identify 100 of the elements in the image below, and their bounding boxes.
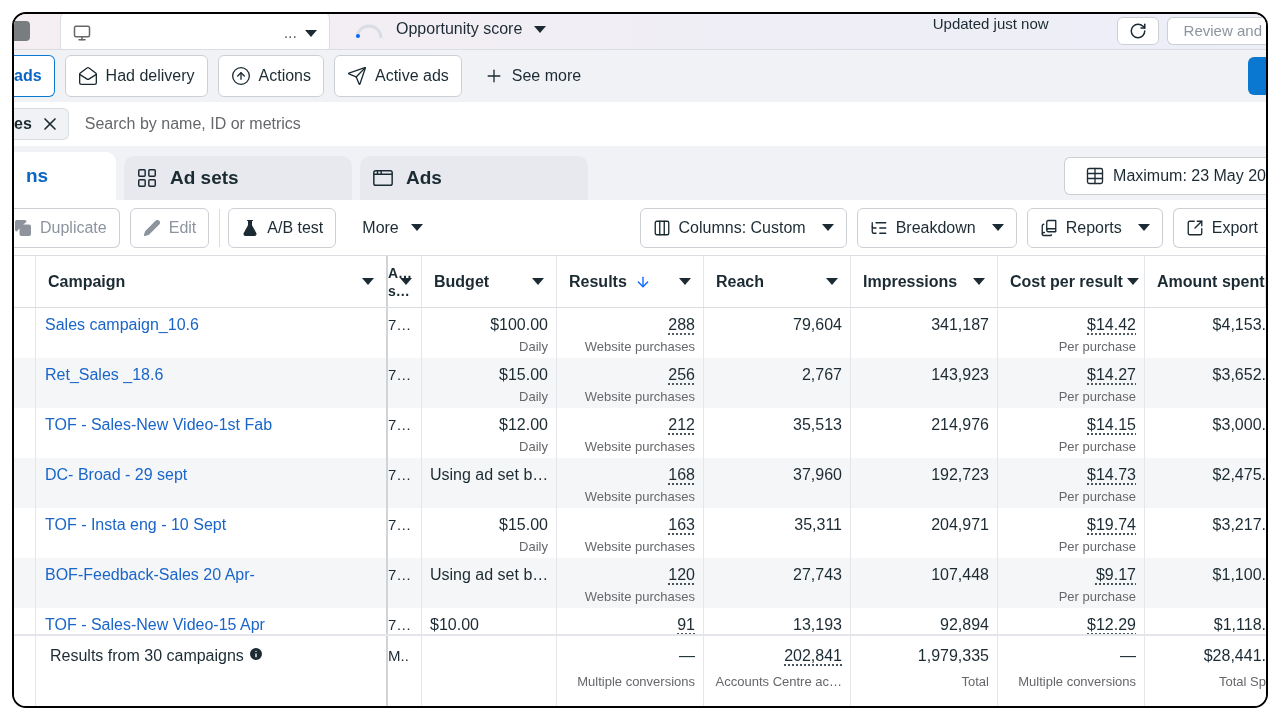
dropdown-button[interactable]: Breakdown bbox=[856, 207, 1017, 248]
result-type: Website purchases bbox=[584, 438, 695, 456]
amount-spent-value: $4,153. bbox=[1212, 315, 1266, 335]
table-row[interactable]: BOF-Feedback-Sales 20 Apr- 7… Using ad set b… 120 Website purchases 27,743 107,448 $9.17 Per purchase $1,100. bbox=[14, 558, 1266, 608]
table-cell: 7… bbox=[388, 466, 412, 483]
reach-total: 202,841 bbox=[784, 646, 842, 666]
amount-spent-value: $1,100. bbox=[1212, 565, 1266, 585]
cost-unit: Per purchase bbox=[1058, 488, 1136, 506]
result-type: Website purchases bbox=[584, 488, 695, 506]
calendar-icon bbox=[1085, 166, 1106, 186]
filter-tag[interactable]: es bbox=[14, 108, 69, 140]
result-type: Website purchases bbox=[584, 388, 695, 406]
cost-value: $14.73 bbox=[1087, 465, 1136, 485]
impressions-value: 92,894 bbox=[940, 615, 989, 634]
column-header[interactable]: Reach bbox=[704, 256, 851, 307]
budget-value: Using ad set b… bbox=[430, 565, 549, 585]
table-cell: 7… bbox=[388, 616, 412, 633]
account-selector[interactable]: ... bbox=[60, 14, 330, 49]
cost-unit: Per purchase bbox=[1058, 588, 1136, 606]
table-cell: 7… bbox=[388, 316, 412, 333]
reach-value: 35,311 bbox=[794, 515, 842, 535]
column-header[interactable]: Amount spent bbox=[1145, 256, 1266, 307]
columns-icon bbox=[652, 218, 671, 237]
refresh-button[interactable] bbox=[1116, 17, 1159, 45]
tab[interactable]: Ads bbox=[360, 156, 588, 200]
budget-value: $15.00 bbox=[499, 365, 548, 385]
caret-icon bbox=[410, 224, 423, 231]
result-type: Website purchases bbox=[584, 588, 695, 606]
budget-value: $12.00 bbox=[499, 415, 548, 435]
result-count: 256 bbox=[668, 365, 695, 385]
budget-value: $15.00 bbox=[499, 515, 548, 535]
cost-unit: Per purchase bbox=[1058, 338, 1136, 356]
amount-spent-value: $2,475. bbox=[1212, 465, 1266, 485]
export-icon bbox=[1185, 218, 1204, 237]
search-field[interactable]: es Search by name, ID or metrics bbox=[14, 102, 1266, 146]
campaign-link[interactable]: BOF-Feedback-Sales 20 Apr- bbox=[45, 566, 255, 583]
more-button[interactable]: More bbox=[346, 207, 439, 248]
impressions-value: 204,971 bbox=[931, 515, 989, 535]
results-summary: Results from 30 campaigns bbox=[50, 646, 244, 666]
column-header[interactable]: Budget bbox=[422, 256, 557, 307]
window-icon bbox=[372, 167, 394, 189]
reach-value: 37,960 bbox=[793, 465, 842, 485]
filter-chip[interactable]: Active ads bbox=[334, 55, 462, 97]
result-count: 168 bbox=[668, 465, 695, 485]
amount-spent-total: $28,441. bbox=[1203, 646, 1266, 666]
opportunity-score-label[interactable]: Opportunity score bbox=[396, 17, 523, 41]
primary-button[interactable] bbox=[1248, 57, 1266, 95]
copy-icon bbox=[14, 218, 32, 237]
toolbar-button[interactable]: A/B test bbox=[228, 207, 337, 248]
toolbar-button[interactable]: Export bbox=[1172, 207, 1266, 248]
pencil-icon bbox=[142, 218, 161, 237]
table-cell: 7… bbox=[388, 366, 412, 383]
campaign-link[interactable]: DC- Broad - 29 sept bbox=[45, 466, 188, 483]
caret-icon bbox=[991, 224, 1004, 231]
caret-icon bbox=[400, 278, 413, 285]
column-header[interactable]: Cost per result bbox=[998, 256, 1145, 307]
result-count: 91 bbox=[677, 615, 695, 634]
budget-value: $100.00 bbox=[490, 315, 548, 335]
impressions-note: Total bbox=[961, 673, 989, 691]
table-cell: M.. bbox=[388, 647, 409, 664]
caret-icon bbox=[1137, 224, 1150, 231]
reach-value: 79,604 bbox=[793, 315, 842, 335]
budget-period: Daily bbox=[519, 338, 548, 356]
send-icon bbox=[347, 66, 367, 86]
tab[interactable]: Ad sets bbox=[124, 156, 352, 200]
cost-unit: Per purchase bbox=[1058, 538, 1136, 556]
amount-spent-value: $3,217. bbox=[1212, 515, 1266, 535]
table-cell: 7… bbox=[388, 566, 412, 583]
campaign-link[interactable]: TOF - Sales-New Video-1st Fab bbox=[45, 416, 273, 433]
column-header[interactable]: Impressions bbox=[851, 256, 998, 307]
dropdown-button[interactable]: Columns: Custom bbox=[639, 207, 847, 248]
column-header[interactable]: A… s… bbox=[388, 256, 422, 307]
table-row[interactable]: Ret_Sales _18.6 7… $15.00 Daily 256 Website purchases 2,767 143,923 $14.27 Per purchase $3,652. bbox=[14, 358, 1266, 408]
dropdown-button[interactable]: Reports bbox=[1026, 207, 1163, 248]
campaign-link[interactable]: Ret_Sales _18.6 bbox=[45, 366, 164, 383]
filter-chip[interactable]: Had delivery bbox=[64, 55, 208, 97]
column-header[interactable]: Results bbox=[557, 256, 704, 307]
filter-chip[interactable]: See more bbox=[471, 55, 594, 97]
campaign-link[interactable]: TOF - Insta eng - 10 Sept bbox=[45, 516, 227, 533]
reach-value: 2,767 bbox=[801, 365, 842, 385]
amount-spent-value: $3,000. bbox=[1212, 415, 1266, 435]
filter-chip[interactable]: Actions bbox=[217, 55, 324, 97]
caret-icon bbox=[362, 278, 374, 285]
date-range-button[interactable]: Maximum: 23 May 20 bbox=[1064, 157, 1266, 195]
campaign-link[interactable]: Sales campaign_10.6 bbox=[45, 316, 199, 333]
filter-chip[interactable]: ads bbox=[14, 55, 55, 97]
envelope-icon bbox=[77, 66, 98, 86]
cost-value: $12.29 bbox=[1087, 615, 1136, 634]
budget-period: Daily bbox=[519, 538, 548, 556]
campaign-link[interactable]: TOF - Sales-New Video-15 Apr bbox=[45, 616, 265, 633]
flask-icon bbox=[241, 218, 260, 237]
table-row[interactable]: DC- Broad - 29 sept 7… Using ad set b… 168 Website purchases 37,960 192,723 $14.73 Per purchase $2,475. bbox=[14, 458, 1266, 508]
refresh-icon bbox=[1128, 22, 1147, 40]
caret-icon bbox=[679, 278, 691, 285]
result-count: 163 bbox=[668, 515, 695, 535]
tab[interactable]: ns bbox=[14, 152, 116, 200]
result-count: 120 bbox=[668, 565, 695, 585]
update-status: Updated just now bbox=[932, 14, 1049, 34]
cost-value: $14.27 bbox=[1087, 365, 1136, 385]
arrow-up-circle-icon bbox=[230, 66, 251, 86]
